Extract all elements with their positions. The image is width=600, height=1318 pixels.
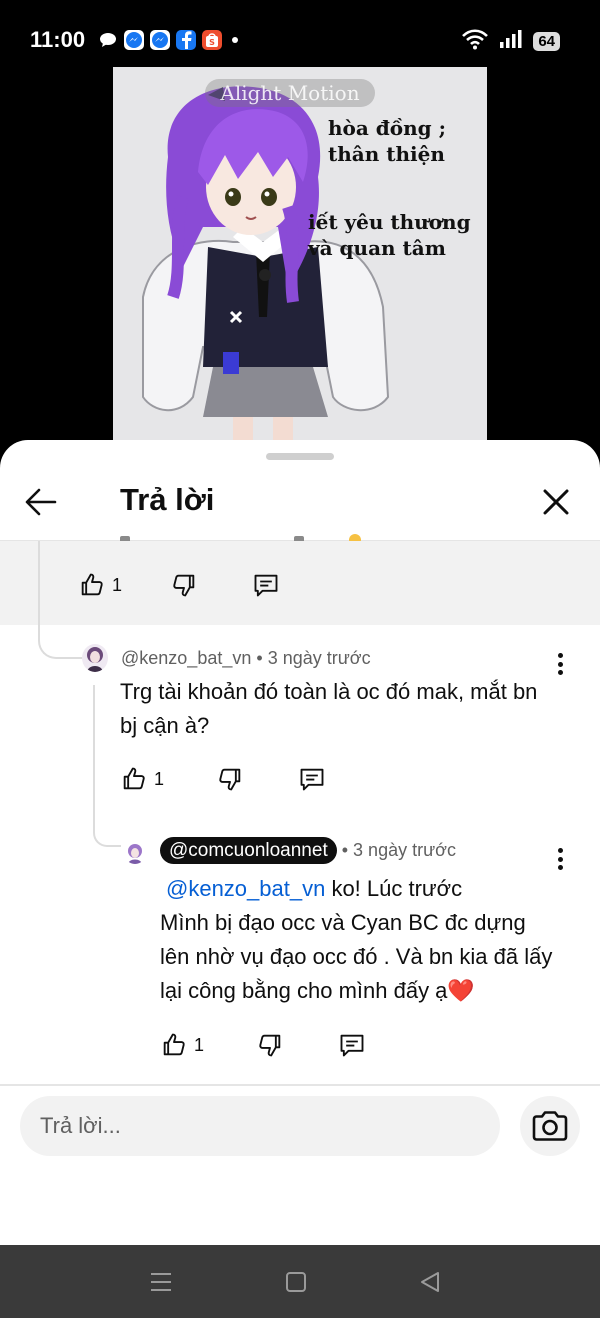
camera-button[interactable]	[520, 1096, 580, 1156]
comment-actions: 1	[78, 571, 280, 599]
comment-body: Trg tài khoản đó toàn là oc đó mak, mắt …	[120, 679, 538, 738]
system-nav-bar	[0, 1245, 600, 1318]
thumbs-down-icon	[259, 1034, 281, 1057]
close-button[interactable]	[536, 482, 576, 522]
clipped-comment-text	[120, 533, 400, 541]
comment-body: @kenzo_bat_vn ko! Lúc trước Mình bị đạo …	[160, 872, 555, 1008]
creator-handle-chip[interactable]: @comcuonloannet	[160, 837, 337, 864]
thumbs-down-icon	[219, 768, 241, 791]
dot	[557, 670, 563, 675]
dislike-button[interactable]	[256, 1031, 284, 1059]
reply-sheet: Trả lời 1 @kenzo_bat_vn • 3 ngày trước T…	[0, 440, 600, 1245]
comment-time: 3 ngày trước	[353, 840, 456, 860]
avatar-image	[87, 647, 103, 672]
camera-icon	[532, 1111, 568, 1141]
thread-connector	[38, 541, 88, 659]
facebook-icon	[176, 30, 196, 50]
video-preview[interactable]: Alight Motion hòa đồng ; thân thiện iết …	[113, 67, 487, 447]
dot	[557, 653, 563, 658]
comment-time: 3 ngày trước	[267, 648, 371, 668]
recents-button[interactable]	[148, 1269, 174, 1295]
arrow-left-icon	[25, 488, 57, 516]
like-count: 1	[154, 768, 165, 789]
dislike-button[interactable]	[216, 765, 244, 793]
video-caption-2: iết yêu thương và quan tâm	[308, 210, 471, 260]
comment-text-line-1: ko! Lúc trước	[325, 876, 463, 901]
thumbs-up-icon	[123, 767, 145, 790]
like-button[interactable]: 1	[160, 1031, 204, 1059]
dot	[557, 661, 563, 667]
comment-text-rest: Mình bị đạo occ và Cyan BC đc dựng lên n…	[160, 910, 553, 1003]
thumbs-down-icon	[173, 574, 195, 597]
comment-author[interactable]: @kenzo_bat_vn	[121, 648, 251, 668]
comment-icon	[254, 574, 278, 597]
like-count: 1	[194, 1034, 205, 1055]
square-icon	[286, 1272, 306, 1292]
menu-icon	[151, 1273, 171, 1291]
shopee-icon: S	[202, 30, 222, 50]
home-button[interactable]	[283, 1269, 309, 1295]
chat-bubble-icon	[98, 30, 118, 50]
video-watermark: Alight Motion	[205, 79, 375, 107]
signal-icon	[499, 29, 523, 54]
comment-actions: 1	[160, 1031, 366, 1059]
sheet-title: Trả lời	[120, 482, 215, 517]
mention-link[interactable]: @kenzo_bat_vn	[166, 876, 325, 901]
notification-icons: S	[98, 30, 238, 50]
comment-actions: 1	[120, 765, 326, 793]
drag-handle[interactable]	[266, 453, 334, 460]
reply-button[interactable]	[298, 765, 326, 793]
dislike-button[interactable]	[170, 571, 198, 599]
back-nav-button[interactable]	[417, 1269, 443, 1295]
more-options-button[interactable]	[550, 650, 570, 678]
messenger-icon-2	[150, 30, 170, 50]
reply-button[interactable]	[338, 1031, 366, 1059]
thread-connector	[93, 685, 121, 847]
triangle-back-icon	[421, 1272, 439, 1292]
wifi-icon	[461, 28, 489, 55]
comment-meta: @kenzo_bat_vn • 3 ngày trước	[121, 648, 371, 668]
comment-meta: @comcuonloannet • 3 ngày trước	[160, 837, 456, 864]
dot	[557, 856, 563, 862]
more-notifications-dot	[232, 37, 238, 43]
video-caption-1: hòa đồng ; thân thiện	[328, 116, 446, 166]
footer-divider	[0, 1084, 600, 1086]
thumbs-up-icon	[163, 1033, 185, 1056]
like-count: 1	[112, 574, 123, 595]
comment-icon	[340, 1034, 364, 1057]
status-time: 11:00	[30, 27, 86, 52]
avatar[interactable]	[124, 842, 146, 864]
avatar[interactable]	[82, 644, 108, 672]
heart-emoji: ❤️	[447, 978, 475, 1003]
dot	[557, 848, 563, 853]
sheet-header: Trả lời	[0, 468, 600, 540]
like-button[interactable]: 1	[120, 765, 164, 793]
back-button[interactable]	[22, 482, 62, 522]
parent-comment-highlight: 1	[0, 534, 600, 625]
system-icons: 64	[461, 28, 560, 55]
svg-text:S: S	[209, 38, 215, 47]
comment-icon	[300, 768, 324, 791]
more-options-button[interactable]	[550, 845, 570, 873]
dot	[557, 865, 563, 870]
close-icon	[543, 489, 569, 515]
reply-button[interactable]	[252, 571, 280, 599]
avatar-image	[128, 844, 142, 864]
reply-input[interactable]	[20, 1096, 500, 1156]
messenger-icon	[124, 30, 144, 50]
battery-indicator: 64	[533, 32, 560, 51]
